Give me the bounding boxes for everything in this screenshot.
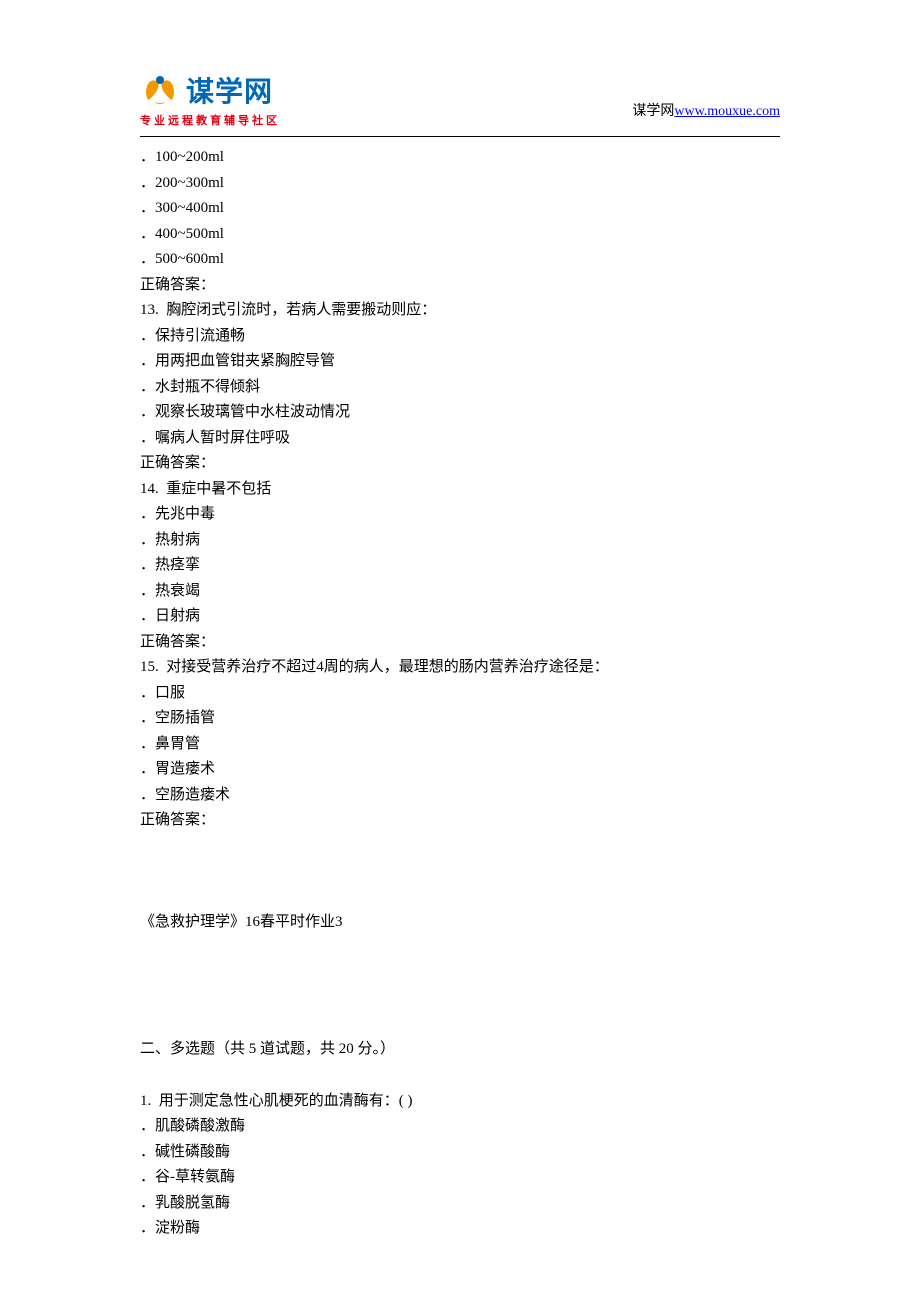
logo-main-text: 谋学网: [186, 76, 273, 107]
q13-option: ．观察长玻璃管中水柱波动情况: [140, 400, 780, 426]
mq1-option: ．碱性磷酸酶: [140, 1140, 780, 1166]
q15-title: 15. 对接受营养治疗不超过4周的病人，最理想的肠内营养治疗途径是：: [140, 655, 780, 681]
mq1-option: ．乳酸脱氢酶: [140, 1191, 780, 1217]
q12-option: ．100~200ml: [140, 145, 780, 171]
q13-option: ．水封瓶不得倾斜: [140, 375, 780, 401]
q14-title: 14. 重症中暑不包括: [140, 477, 780, 503]
mq1-option: ．淀粉酶: [140, 1216, 780, 1242]
site-label: 谋学网: [632, 104, 674, 119]
q13-option: ．嘱病人暂时屏住呼吸: [140, 426, 780, 452]
q15-option: ．空肠造瘘术: [140, 783, 780, 809]
logo: 谋学网 专业远程教育辅导社区: [140, 70, 280, 128]
q14-option: ．热痉挛: [140, 553, 780, 579]
q14-option: ．先兆中毒: [140, 502, 780, 528]
logo-text: 谋学网: [186, 70, 273, 110]
q14-option: ．日射病: [140, 604, 780, 630]
q12-option: ．200~300ml: [140, 171, 780, 197]
q15-option: ．鼻胃管: [140, 732, 780, 758]
answer-label: 正确答案：: [140, 451, 780, 477]
q13-option: ．用两把血管钳夹紧胸腔导管: [140, 349, 780, 375]
q14-option: ．热衰竭: [140, 579, 780, 605]
mq1-option: ．谷-草转氨酶: [140, 1165, 780, 1191]
q12-option: ．300~400ml: [140, 196, 780, 222]
answer-label: 正确答案：: [140, 808, 780, 834]
q12-option: ．400~500ml: [140, 222, 780, 248]
logo-top: 谋学网: [140, 70, 273, 110]
q15-option: ．口服: [140, 681, 780, 707]
q15-option: ．胃造瘘术: [140, 757, 780, 783]
answer-label: 正确答案：: [140, 630, 780, 656]
header-site-link: 谋学网www.mouxue.com: [632, 100, 780, 128]
q14-option: ．热射病: [140, 528, 780, 554]
q12-option: ．500~600ml: [140, 247, 780, 273]
logo-tagline: 专业远程教育辅导社区: [140, 112, 280, 128]
assignment-title: 《急救护理学》16春平时作业3: [140, 910, 780, 936]
page-header: 谋学网 专业远程教育辅导社区 谋学网www.mouxue.com: [0, 0, 920, 128]
logo-icon: [140, 72, 180, 108]
site-url-link[interactable]: www.mouxue.com: [674, 104, 780, 119]
document-content: ．100~200ml ．200~300ml ．300~400ml ．400~50…: [0, 137, 920, 1242]
answer-label: 正确答案：: [140, 273, 780, 299]
mq1-title: 1. 用于测定急性心肌梗死的血清酶有：( ): [140, 1089, 780, 1115]
q13-option: ．保持引流通畅: [140, 324, 780, 350]
section2-title: 二、多选题（共 5 道试题，共 20 分。）: [140, 1037, 780, 1063]
q13-title: 13. 胸腔闭式引流时，若病人需要搬动则应：: [140, 298, 780, 324]
q15-option: ．空肠插管: [140, 706, 780, 732]
mq1-option: ．肌酸磷酸激酶: [140, 1114, 780, 1140]
